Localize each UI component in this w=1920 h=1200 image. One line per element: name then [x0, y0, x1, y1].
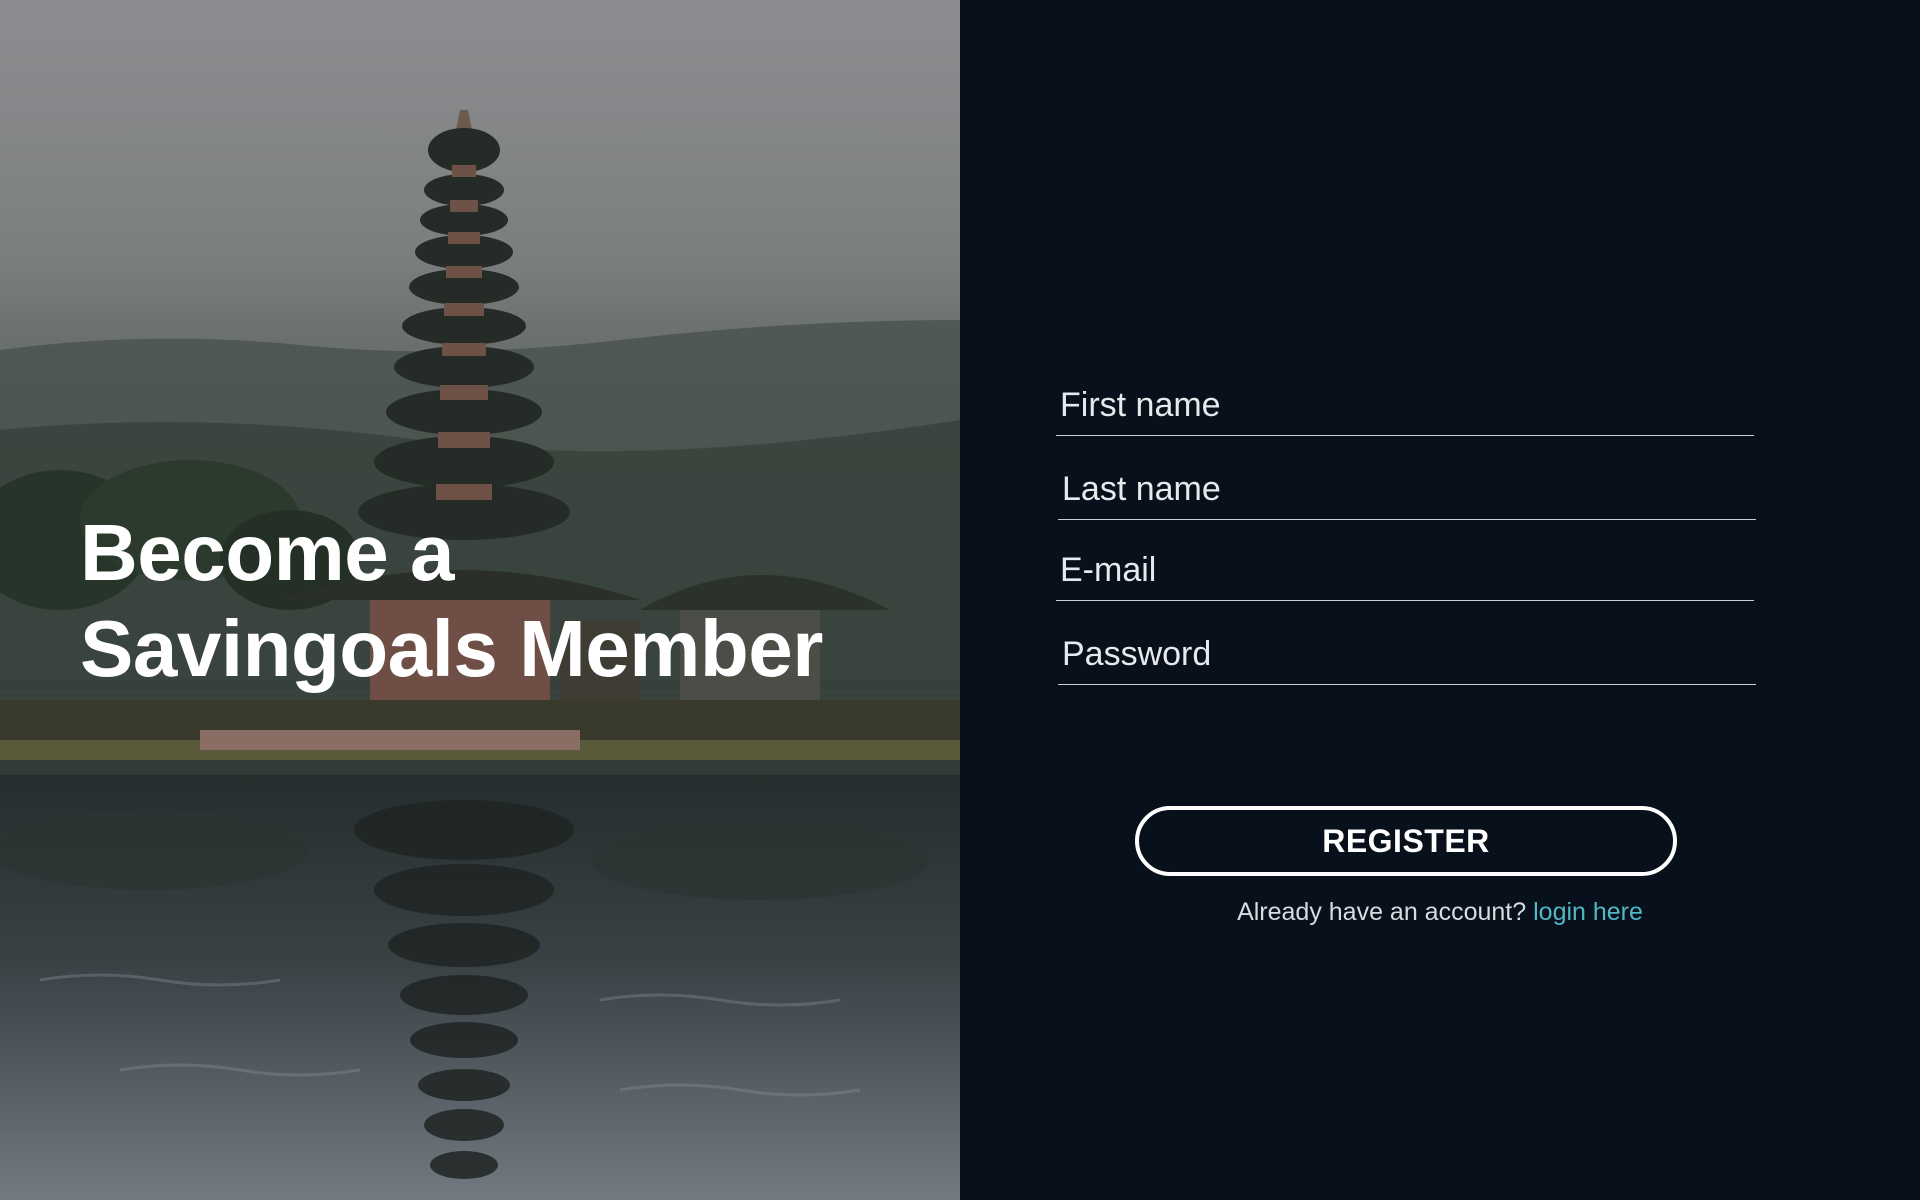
- first-name-field: [1056, 375, 1758, 436]
- password-field: [1058, 624, 1760, 685]
- register-form-panel: REGISTER Already have an account? login …: [960, 0, 1920, 1200]
- first-name-input[interactable]: [1056, 383, 1758, 427]
- hero-panel: Become a Savingoals Member: [0, 0, 960, 1200]
- last-name-field: [1058, 459, 1760, 520]
- login-link[interactable]: login here: [1533, 898, 1643, 926]
- hero-title: Become a Savingoals Member: [80, 508, 823, 693]
- email-field: [1056, 540, 1758, 601]
- login-prompt-text: Already have an account?: [1237, 898, 1527, 926]
- register-button[interactable]: REGISTER: [1135, 806, 1677, 876]
- register-page: Become a Savingoals Member REGISTER Alre…: [0, 0, 1920, 1200]
- email-input[interactable]: [1056, 548, 1758, 592]
- password-input[interactable]: [1058, 632, 1760, 676]
- last-name-input[interactable]: [1058, 467, 1760, 511]
- login-prompt-line: Already have an account? login here: [960, 898, 1920, 927]
